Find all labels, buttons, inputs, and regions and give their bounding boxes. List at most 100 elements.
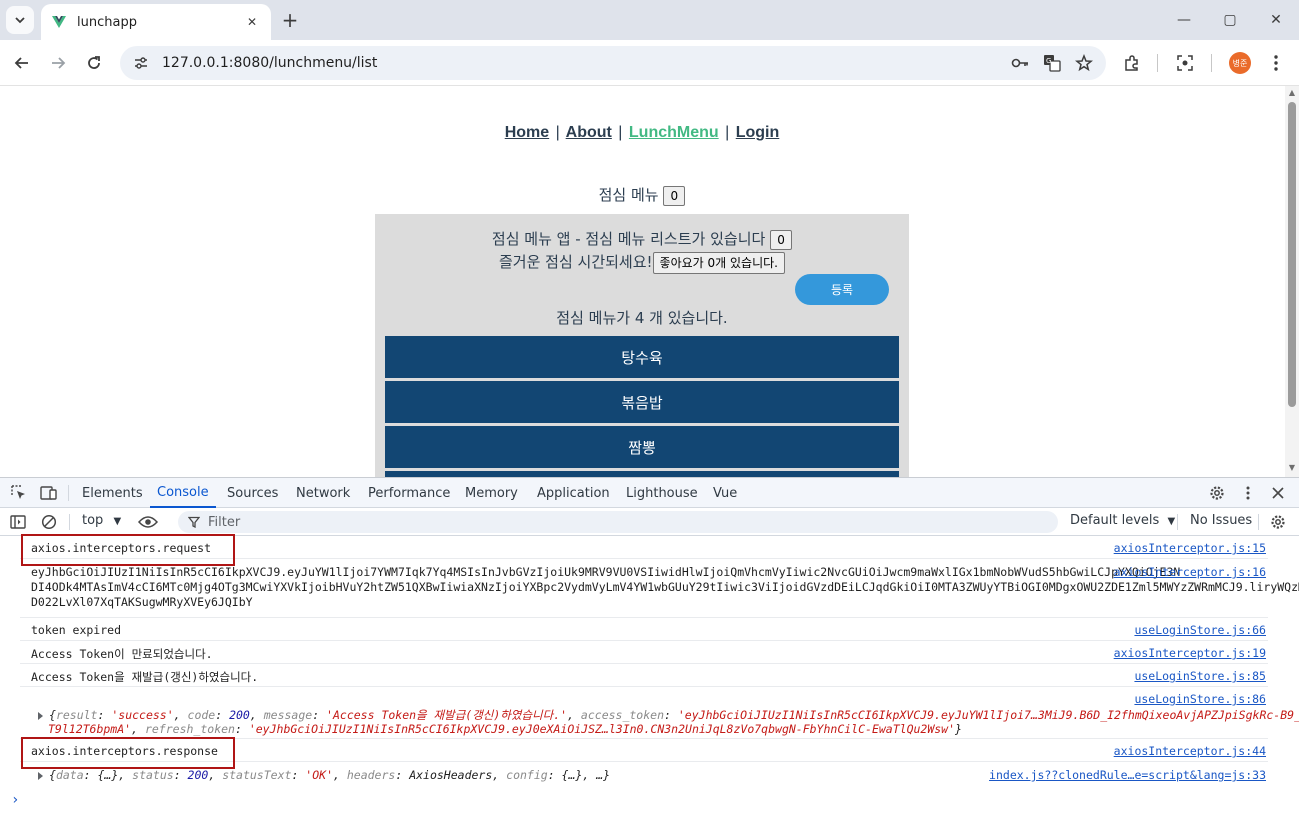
- scroll-up-icon[interactable]: ▲: [1288, 89, 1296, 97]
- tab-search-button[interactable]: [6, 6, 34, 34]
- menu-item[interactable]: 볶음밥: [385, 381, 899, 423]
- site-info-icon[interactable]: [132, 54, 150, 72]
- console-message: Access Token이 만료되었습니다. axiosInterceptor.…: [20, 641, 1268, 664]
- console-message-text[interactable]: token expired: [31, 623, 121, 637]
- devtools-tabbar: Elements Console Sources Network Perform…: [0, 478, 1299, 508]
- back-arrow-icon: [14, 57, 28, 69]
- source-link[interactable]: axiosInterceptor.js:16: [1114, 565, 1266, 579]
- window-close-icon[interactable]: ✕: [1253, 0, 1299, 40]
- console-message-text[interactable]: Access Token이 만료되었습니다.: [31, 646, 213, 662]
- scroll-down-icon[interactable]: ▼: [1288, 464, 1296, 472]
- register-button[interactable]: 등록: [795, 274, 889, 305]
- context-selector[interactable]: top ▼: [82, 513, 121, 528]
- filter-input[interactable]: Filter: [178, 511, 1058, 533]
- close-icon[interactable]: ✕: [243, 13, 261, 31]
- log-levels-dropdown[interactable]: Default levels ▼: [1070, 513, 1175, 528]
- reload-button[interactable]: [80, 49, 108, 77]
- filterbar-divider: [69, 514, 70, 530]
- settings-gear-icon[interactable]: [1206, 482, 1228, 504]
- live-expression-eye-icon[interactable]: [137, 511, 159, 533]
- chevron-down-icon: [15, 17, 25, 24]
- tab-lighthouse[interactable]: Lighthouse: [626, 478, 698, 508]
- source-link[interactable]: axiosInterceptor.js:15: [1114, 541, 1266, 555]
- omnibox-actions: G: [1008, 53, 1096, 73]
- filter-placeholder: Filter: [208, 514, 241, 530]
- console-message-text[interactable]: DI4ODk4MTAsImV4cCI6MTc0Mjg4OTg3MCwiYXVkI…: [31, 580, 1299, 594]
- source-link[interactable]: useLoginStore.js:86: [1134, 692, 1266, 706]
- nav-lunchmenu-link[interactable]: LunchMenu: [629, 124, 719, 141]
- heading-counter-button[interactable]: 0: [663, 185, 686, 206]
- translate-icon[interactable]: G: [1040, 53, 1064, 73]
- object-preview[interactable]: {data: {…}, status: 200, statusText: 'OK…: [38, 768, 610, 782]
- sidebar-toggle-icon[interactable]: [7, 511, 29, 533]
- expand-triangle-icon[interactable]: [38, 771, 43, 780]
- maximize-icon[interactable]: ▢: [1207, 0, 1253, 40]
- nav-home-link[interactable]: Home: [505, 124, 549, 141]
- toolbar-divider: [1157, 54, 1158, 72]
- tab-network[interactable]: Network: [296, 478, 350, 508]
- key-icon[interactable]: [1008, 53, 1032, 73]
- page-scrollbar[interactable]: ▲ ▼: [1285, 86, 1299, 477]
- console-message-text[interactable]: Access Token을 재발급(갱신)하였습니다.: [31, 669, 258, 685]
- profile-avatar[interactable]: 병준: [1229, 52, 1251, 74]
- issues-button[interactable]: No Issues: [1190, 513, 1252, 528]
- console-settings-gear-icon[interactable]: [1267, 511, 1289, 533]
- menu-item[interactable]: 짬뽕: [385, 426, 899, 468]
- nav-separator: |: [555, 124, 560, 141]
- object-preview[interactable]: {result: 'success', code: 200, message: …: [38, 707, 1299, 723]
- tab-application[interactable]: Application: [537, 478, 610, 508]
- window-controls: — ▢ ✕: [1161, 0, 1299, 40]
- browser-tab[interactable]: lunchapp ✕: [41, 4, 271, 40]
- tab-console[interactable]: Console: [150, 478, 216, 508]
- panel-counter-button[interactable]: 0: [770, 229, 793, 250]
- devtools-close-icon[interactable]: [1267, 482, 1289, 504]
- tab-performance[interactable]: Performance: [368, 478, 450, 508]
- source-link[interactable]: axiosInterceptor.js:44: [1114, 744, 1266, 758]
- tab-elements[interactable]: Elements: [82, 478, 143, 508]
- forward-button[interactable]: [44, 49, 72, 77]
- nav-separator: |: [618, 124, 623, 141]
- nav-login-link[interactable]: Login: [736, 124, 780, 141]
- expand-triangle-icon[interactable]: [38, 711, 43, 720]
- source-link[interactable]: useLoginStore.js:85: [1134, 669, 1266, 683]
- filterbar-divider: [1177, 514, 1178, 530]
- tab-memory[interactable]: Memory: [465, 478, 518, 508]
- bookmark-star-icon[interactable]: [1072, 53, 1096, 73]
- like-button[interactable]: 좋아요가 0개 있습니다.: [652, 251, 785, 274]
- log-levels-label: Default levels: [1070, 513, 1160, 528]
- devtools-menu-icon[interactable]: [1237, 482, 1259, 504]
- back-button[interactable]: [8, 49, 36, 77]
- extensions-icon[interactable]: [1120, 51, 1144, 75]
- clear-console-icon[interactable]: [38, 511, 60, 533]
- tab-sources[interactable]: Sources: [227, 478, 278, 508]
- screenshot-icon[interactable]: [1173, 51, 1197, 75]
- device-toggle-icon[interactable]: [38, 482, 60, 504]
- menu-item[interactable]: 탕수육: [385, 336, 899, 378]
- menu-heading-text: 점심 메뉴: [598, 186, 659, 204]
- console-message-text[interactable]: D022LvXl07XqTAKSugwMRyXVEy6JQIbY: [31, 595, 253, 609]
- nav-about-link[interactable]: About: [566, 124, 612, 141]
- source-link[interactable]: axiosInterceptor.js:19: [1114, 646, 1266, 660]
- console-message: token expired useLoginStore.js:66: [20, 618, 1268, 641]
- filter-funnel-icon: [188, 516, 200, 528]
- console-message: Access Token을 재발급(갱신)하였습니다. useLoginStor…: [20, 664, 1268, 687]
- page-viewport: Home | About | LunchMenu | Login 점심 메뉴 0…: [0, 86, 1299, 477]
- object-preview-continued[interactable]: T9l12T6bpmA', refresh_token: 'eyJhbGciOi…: [48, 722, 962, 736]
- minimize-icon[interactable]: —: [1161, 0, 1207, 40]
- dropdown-arrow-icon: ▼: [113, 516, 122, 527]
- address-bar[interactable]: 127.0.0.1:8080/lunchmenu/list G: [120, 46, 1106, 80]
- console-prompt[interactable]: ›: [11, 792, 19, 808]
- source-link[interactable]: index.js??clonedRule…e=script&lang=js:33: [989, 768, 1266, 782]
- scroll-thumb[interactable]: [1288, 102, 1296, 407]
- highlight-box: [21, 737, 235, 769]
- new-tab-button[interactable]: +: [278, 8, 302, 32]
- source-link[interactable]: useLoginStore.js:66: [1134, 623, 1266, 637]
- console-output: axios.interceptors.request axiosIntercep…: [0, 534, 1299, 837]
- menu-kebab-icon[interactable]: [1264, 51, 1288, 75]
- inspect-element-icon[interactable]: [8, 482, 30, 504]
- devtools-panel: Elements Console Sources Network Perform…: [0, 477, 1299, 837]
- console-message-text[interactable]: eyJhbGciOiJIUzI1NiIsInR5cCI6IkpXVCJ9.eyJ…: [31, 565, 1180, 579]
- panel-subtitle-text: 즐거운 점심 시간되세요!: [498, 253, 653, 271]
- tab-vue[interactable]: Vue: [713, 478, 737, 508]
- console-message: eyJhbGciOiJIUzI1NiIsInR5cCI6IkpXVCJ9.eyJ…: [20, 559, 1299, 618]
